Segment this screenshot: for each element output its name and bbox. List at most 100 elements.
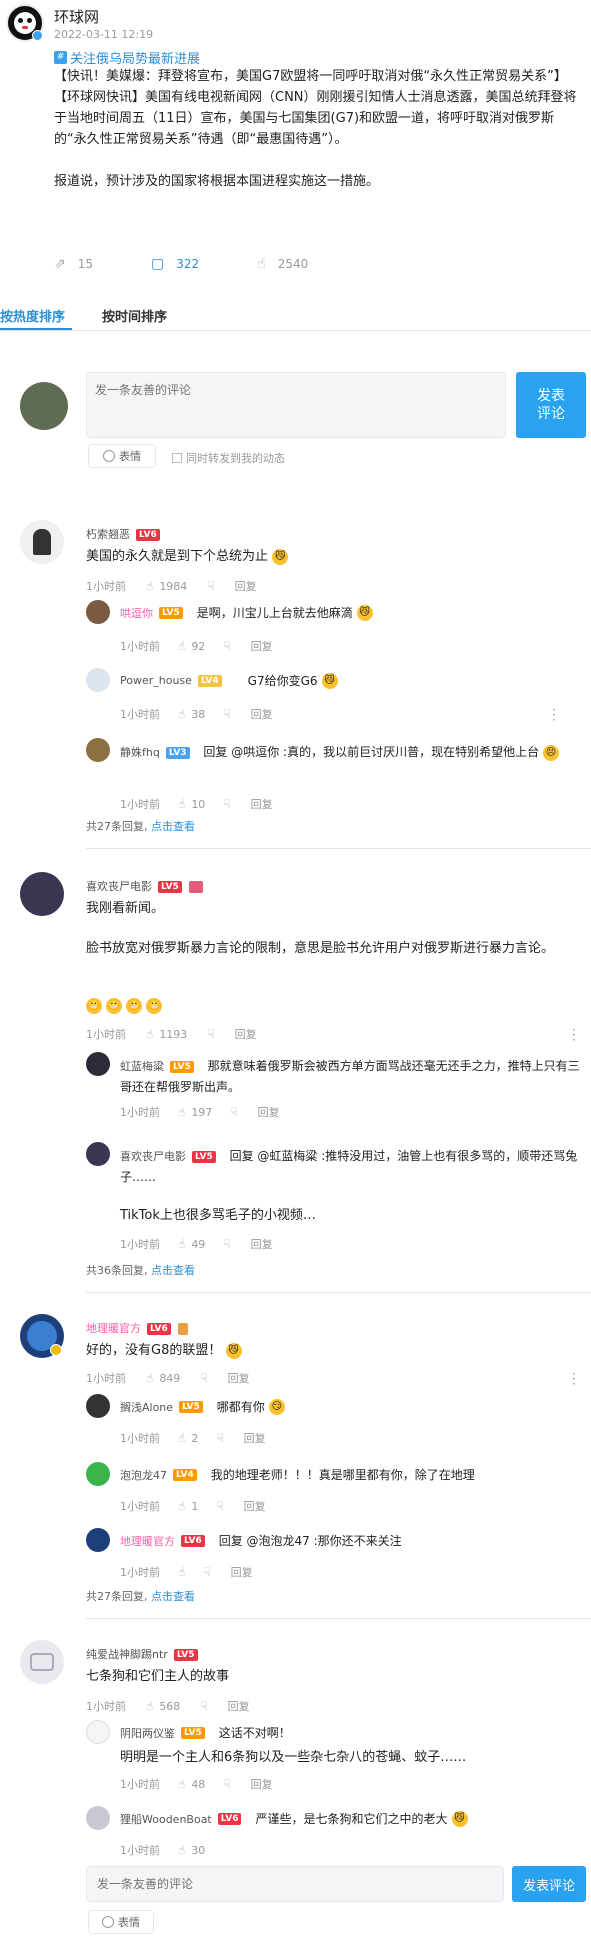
reply-username[interactable]: 地理暖官方	[120, 1533, 175, 1549]
dislike-icon[interactable]: ☟	[216, 1431, 223, 1445]
reply-text: G7给你变G6	[247, 674, 318, 688]
bottom-comment-input[interactable]	[86, 1866, 504, 1902]
reply-username[interactable]: 搁浅Alone	[120, 1399, 173, 1415]
tab-hot[interactable]: 按热度排序	[0, 306, 65, 325]
reply-username[interactable]: 喜欢丧尸电影	[120, 1150, 186, 1163]
reply-username[interactable]: 虹蓝梅粱	[120, 1060, 164, 1073]
dislike-icon[interactable]: ☟	[230, 1105, 237, 1119]
forward-icon[interactable]: ⇗	[54, 256, 66, 272]
reply-button[interactable]: 回复	[235, 578, 257, 594]
reply-avatar[interactable]	[86, 1720, 110, 1744]
like-icon[interactable]: ☝	[146, 1371, 153, 1385]
comment-username[interactable]: 喜欢丧尸电影 LV5	[86, 878, 204, 894]
like-icon[interactable]: ☝	[178, 1499, 185, 1513]
reply-username[interactable]: 哄逗你	[120, 605, 153, 621]
post-paragraph-3: 报道说，预计涉及的国家将根据本国进程实施这一措施。	[54, 174, 380, 189]
reply-avatar[interactable]	[86, 1052, 110, 1076]
comment-count[interactable]: 322	[176, 257, 199, 271]
dislike-icon[interactable]: ☟	[207, 1027, 214, 1041]
like-icon[interactable]: ☝	[146, 579, 153, 593]
comment-text: 我刚看新闻。	[86, 901, 165, 916]
dislike-icon[interactable]: ☟	[200, 1371, 207, 1385]
reply-text-cont: 明明是一个主人和6条狗以及一些杂七杂八的苍蝇、蚊子……	[120, 1750, 467, 1765]
forward-checkbox-row[interactable]: 同时转发到我的动态	[172, 450, 285, 466]
like-icon[interactable]: ☝	[178, 1843, 185, 1857]
reply-button[interactable]: 回复	[251, 1776, 273, 1792]
like-icon[interactable]: ☝	[178, 1237, 185, 1251]
view-more-link[interactable]: 点击查看	[151, 820, 195, 833]
forward-count[interactable]: 15	[78, 257, 93, 271]
cat-emoji-icon: 😼	[321, 672, 338, 689]
author-name[interactable]: 环球网	[54, 6, 99, 27]
reply-username[interactable]: 静姝fhq	[120, 746, 160, 759]
comment-avatar[interactable]	[20, 872, 64, 916]
reply-button[interactable]: 回复	[251, 638, 273, 654]
comment-avatar[interactable]	[20, 1640, 64, 1684]
reply-button[interactable]: 回复	[258, 1104, 280, 1120]
cat-emoji-icon: 😼	[272, 548, 289, 565]
reply-button[interactable]: 回复	[244, 1498, 266, 1514]
comment-avatar[interactable]	[20, 520, 64, 564]
comment-text: 好的，没有G8的联盟！ 😼	[86, 1340, 242, 1362]
reply-button[interactable]: 回复	[251, 1236, 273, 1252]
dislike-icon[interactable]: ☟	[200, 1699, 207, 1713]
reply-avatar[interactable]	[86, 738, 110, 762]
like-icon[interactable]: ☝	[178, 1105, 185, 1119]
dislike-icon[interactable]: ☟	[223, 639, 230, 653]
comment-username[interactable]: 地理暖官方 LV6	[86, 1320, 189, 1336]
dislike-icon[interactable]: ☟	[207, 579, 214, 593]
reply-button[interactable]: 回复	[251, 796, 273, 812]
like-count[interactable]: 2540	[278, 257, 309, 271]
dislike-icon[interactable]: ☟	[223, 797, 230, 811]
reply-username[interactable]: 阴阳两仪鉴	[120, 1725, 175, 1741]
reply-username[interactable]: 狸船WoodenBoat	[120, 1811, 212, 1827]
reply-avatar[interactable]	[86, 1528, 110, 1552]
reply-avatar[interactable]	[86, 1806, 110, 1830]
topic-link[interactable]: # 关注俄乌局势最新进展	[54, 48, 200, 67]
reply-button[interactable]: 回复	[251, 706, 273, 722]
like-icon[interactable]: ☝	[178, 797, 185, 811]
like-icon[interactable]: ☝	[146, 1699, 153, 1713]
reply-username[interactable]: 泡泡龙47	[120, 1467, 167, 1483]
bottom-submit-button[interactable]: 发表评论	[512, 1866, 586, 1902]
bottom-emoji-button[interactable]: 表情	[88, 1910, 154, 1934]
like-icon[interactable]: ☝	[146, 1027, 153, 1041]
comment-username[interactable]: 纯爱战神脚踢ntr LV5	[86, 1646, 198, 1662]
tab-time[interactable]: 按时间排序	[102, 306, 167, 325]
like-icon[interactable]: ☝	[178, 639, 185, 653]
reply-button[interactable]: 回复	[228, 1370, 250, 1386]
like-icon[interactable]: ☝	[178, 1777, 185, 1791]
reply-button[interactable]: 回复	[228, 1698, 250, 1714]
dislike-icon[interactable]: ☟	[223, 1777, 230, 1791]
like-icon[interactable]: ☝	[257, 256, 266, 272]
emoji-button[interactable]: 表情	[88, 444, 156, 468]
more-options-icon[interactable]: · · ·	[552, 704, 556, 726]
comment-username[interactable]: 朽索翘恶 LV6	[86, 526, 160, 542]
like-icon[interactable]: ☝	[178, 1565, 185, 1579]
comment-icon[interactable]: ▢	[151, 256, 164, 272]
forward-checkbox[interactable]	[172, 453, 182, 463]
reply-avatar[interactable]	[86, 600, 110, 624]
view-more-link[interactable]: 点击查看	[151, 1264, 195, 1277]
reply-username[interactable]: Power_house	[120, 674, 192, 687]
like-icon[interactable]: ☝	[178, 707, 185, 721]
view-more-link[interactable]: 点击查看	[151, 1590, 195, 1603]
reply-avatar[interactable]	[86, 668, 110, 692]
reply-avatar[interactable]	[86, 1462, 110, 1486]
more-options-icon[interactable]: · · ·	[572, 1024, 576, 1046]
comment-input[interactable]	[86, 372, 506, 438]
dislike-icon[interactable]: ☟	[223, 707, 230, 721]
reply-button[interactable]: 回复	[244, 1430, 266, 1446]
reply-avatar[interactable]	[86, 1394, 110, 1418]
more-options-icon[interactable]: · · ·	[572, 1368, 576, 1390]
reply-avatar[interactable]	[86, 1142, 110, 1166]
dislike-icon[interactable]: ☟	[216, 1499, 223, 1513]
submit-comment-button[interactable]: 发表 评论	[516, 372, 586, 438]
reply-text: 这话不对啊！	[218, 1726, 291, 1740]
reply-button[interactable]: 回复	[231, 1564, 253, 1580]
reply-button[interactable]: 回复	[235, 1026, 257, 1042]
dislike-icon[interactable]: ☟	[223, 1237, 230, 1251]
my-avatar[interactable]	[20, 382, 68, 430]
dislike-icon[interactable]: ☟	[203, 1565, 210, 1579]
like-icon[interactable]: ☝	[178, 1431, 185, 1445]
